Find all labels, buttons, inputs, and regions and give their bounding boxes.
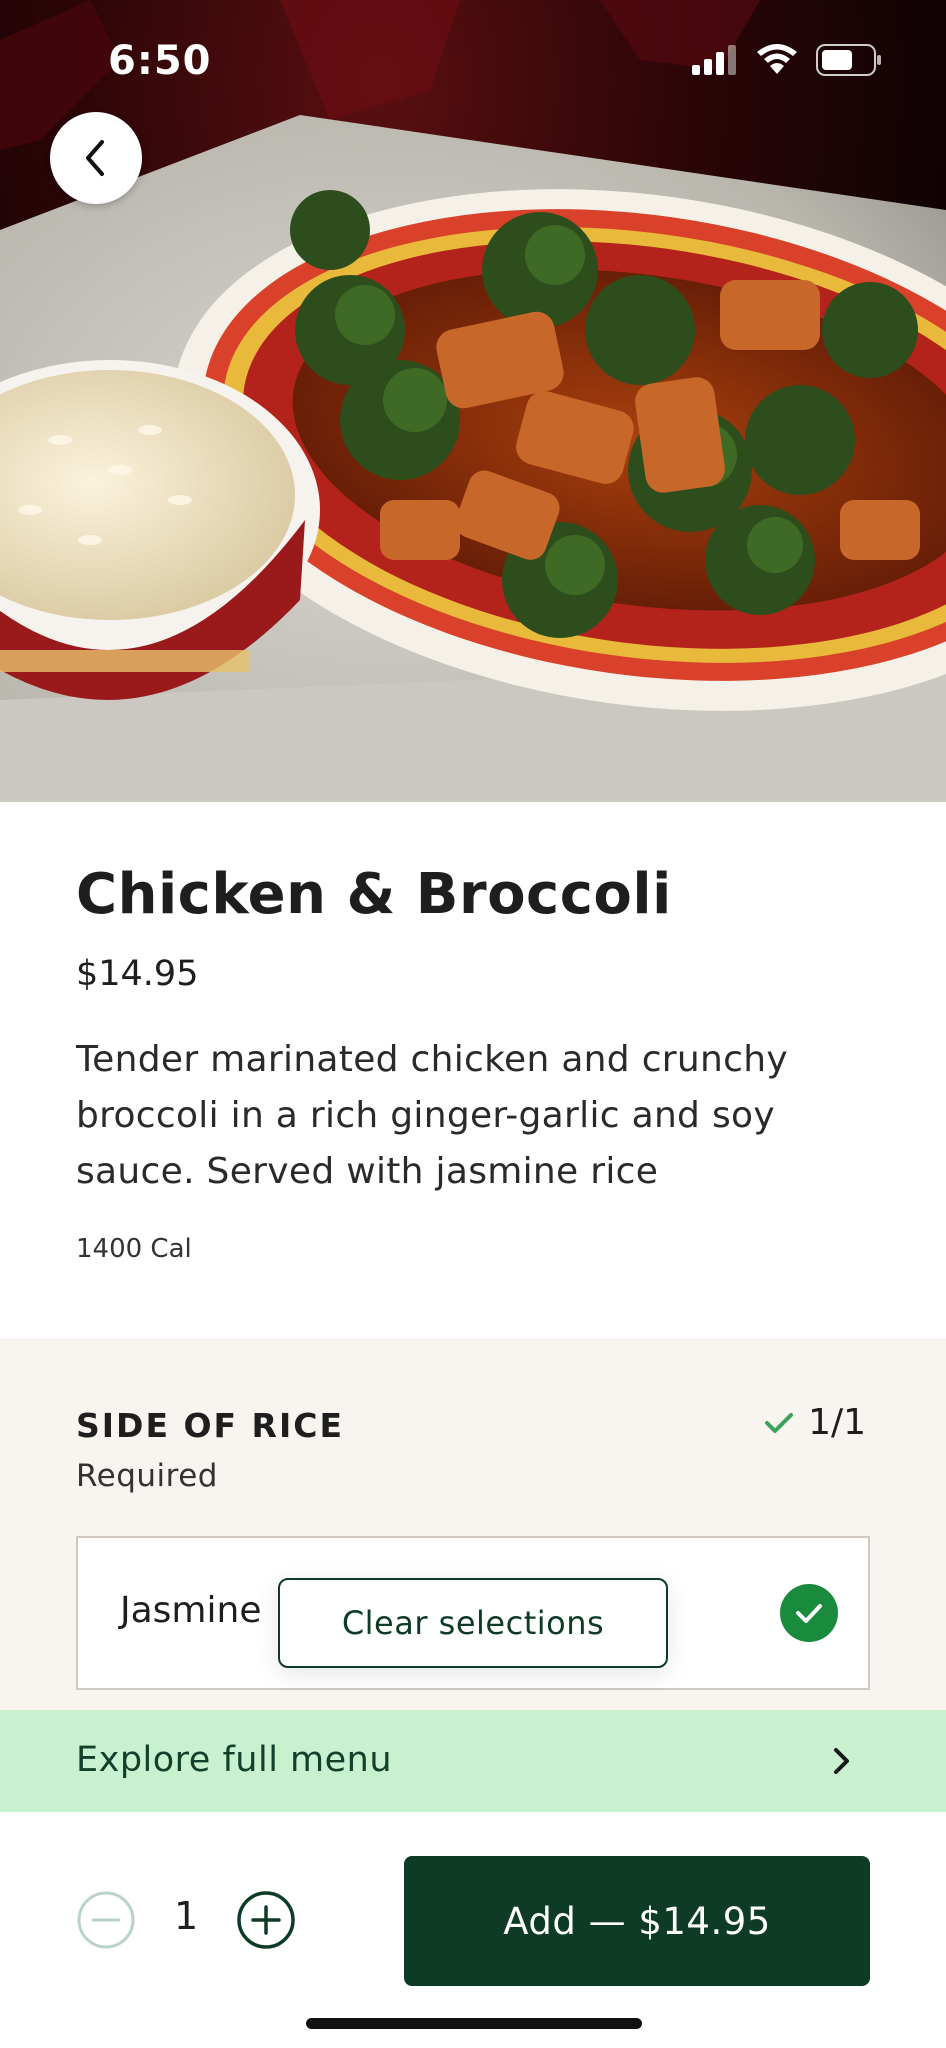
item-price: $14.95	[76, 954, 199, 994]
clear-selections-button[interactable]: Clear selections	[278, 1578, 668, 1668]
wifi-icon	[757, 44, 797, 74]
hero-image: 6:50	[0, 0, 946, 802]
battery-icon	[816, 44, 881, 76]
option-required-label: Required	[76, 1458, 218, 1494]
option-label: Jasmine	[120, 1590, 262, 1631]
status-bar: 6:50	[0, 0, 946, 120]
signal-icon	[692, 45, 736, 75]
chevron-left-icon	[86, 140, 104, 176]
option-count-value: 1/1	[808, 1402, 866, 1443]
home-indicator	[306, 2018, 642, 2029]
increase-quantity-button[interactable]	[236, 1890, 296, 1950]
item-details: Chicken & Broccoli $14.95 Tender marinat…	[0, 802, 946, 1338]
food-photo	[0, 0, 946, 802]
add-to-order-button[interactable]: Add — $14.95	[404, 1856, 870, 1986]
selected-check-icon	[780, 1584, 838, 1642]
item-description: Tender marinated chicken and crunchy bro…	[76, 1039, 788, 1192]
checkmark-icon	[765, 1412, 794, 1433]
item-calories: 1400 Cal	[76, 1234, 192, 1264]
option-selection-count: 1/1	[764, 1402, 866, 1443]
explore-full-menu-row[interactable]: Explore full menu	[0, 1710, 946, 1812]
explore-label: Explore full menu	[76, 1740, 393, 1780]
checkmark-icon	[796, 1604, 822, 1623]
status-time: 6:50	[108, 38, 212, 84]
item-title: Chicken & Broccoli	[76, 862, 672, 927]
status-icons	[692, 44, 882, 76]
chevron-right-icon	[834, 1748, 849, 1774]
decrease-quantity-button[interactable]	[76, 1890, 136, 1950]
option-group-heading: SIDE OF RICE	[76, 1406, 345, 1445]
add-to-cart-bar: 1 Add — $14.95	[0, 1812, 946, 2048]
back-button[interactable]	[50, 112, 142, 204]
quantity-value: 1	[174, 1894, 199, 1938]
